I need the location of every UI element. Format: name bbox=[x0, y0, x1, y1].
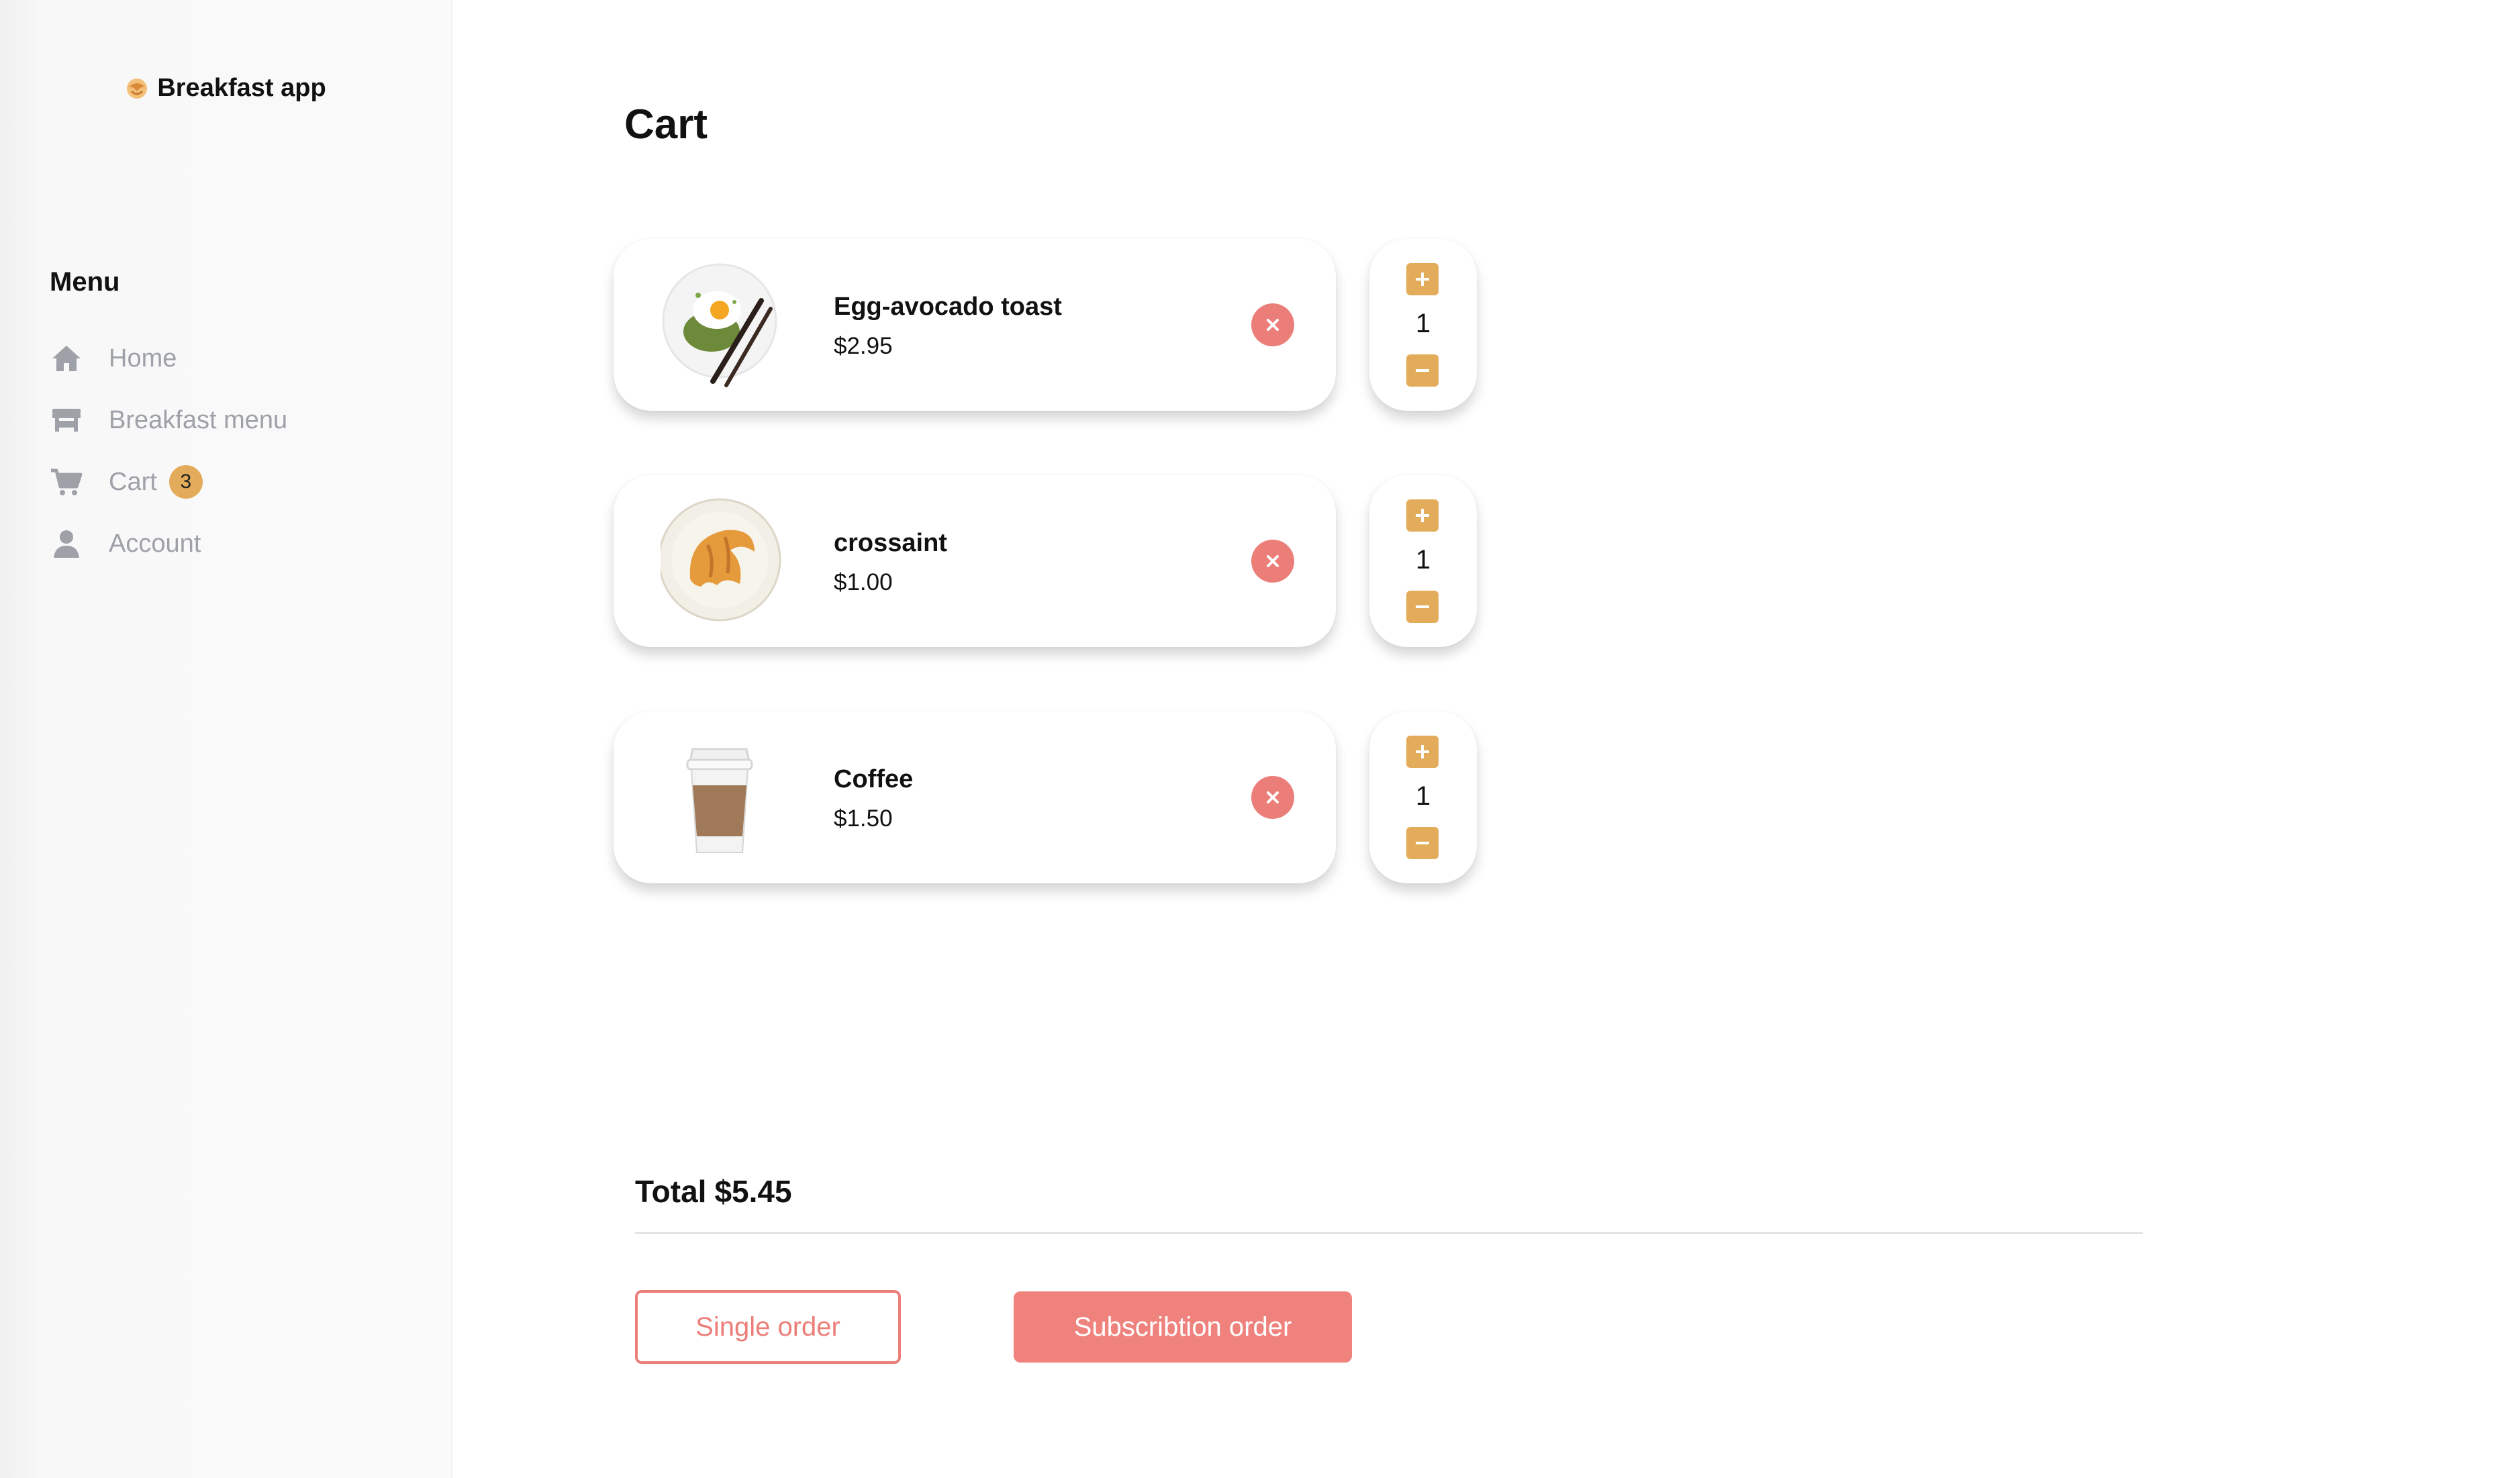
user-icon bbox=[54, 530, 79, 558]
home-icon bbox=[52, 346, 81, 371]
total-value: $5.45 bbox=[714, 1174, 792, 1209]
cart-item-card: Coffee $1.50 bbox=[614, 711, 1336, 883]
sidebar-item-cart[interactable]: Cart 3 bbox=[50, 451, 287, 513]
cart-item-row: crossaint $1.00 1 bbox=[614, 475, 1480, 647]
egg-avocado-toast-image bbox=[662, 263, 777, 387]
cart-item-price: $1.50 bbox=[834, 805, 893, 832]
sidebar-item-label: Home bbox=[109, 344, 177, 373]
plus-icon bbox=[1416, 273, 1429, 286]
quantity-stepper: 1 bbox=[1369, 711, 1477, 883]
cart-total: Total $5.45 bbox=[635, 1173, 792, 1210]
plus-icon bbox=[1416, 745, 1429, 758]
sidebar-item-label: Cart bbox=[109, 467, 157, 496]
cart-item-name: crossaint bbox=[834, 529, 947, 557]
remove-item-button[interactable] bbox=[1251, 303, 1294, 346]
cart-item-name: Coffee bbox=[834, 765, 914, 793]
total-label: Total bbox=[635, 1174, 707, 1209]
minus-icon bbox=[1416, 605, 1429, 608]
single-order-button[interactable]: Single order bbox=[635, 1290, 901, 1364]
subscription-order-button[interactable]: Subscribtion order bbox=[1014, 1291, 1352, 1363]
cart-item-row: Egg-avocado toast $2.95 1 bbox=[614, 239, 1480, 411]
sidebar: Breakfast app Menu Home Breakfast menu C… bbox=[0, 0, 452, 1478]
quantity-value: 1 bbox=[1415, 309, 1431, 338]
brand-logo[interactable]: Breakfast app bbox=[0, 74, 451, 103]
quantity-stepper: 1 bbox=[1369, 475, 1477, 647]
cart-item-card: Egg-avocado toast $2.95 bbox=[614, 239, 1336, 411]
remove-item-button[interactable] bbox=[1251, 540, 1294, 583]
sidebar-item-label: Account bbox=[109, 529, 201, 558]
app-title: Breakfast app bbox=[157, 74, 326, 102]
decrease-quantity-button[interactable] bbox=[1406, 591, 1439, 623]
cart-icon bbox=[51, 469, 83, 495]
sidebar-item-label: Breakfast menu bbox=[109, 405, 288, 434]
cart-item-card: crossaint $1.00 bbox=[614, 475, 1336, 647]
increase-quantity-button[interactable] bbox=[1406, 263, 1439, 295]
decrease-quantity-button[interactable] bbox=[1406, 354, 1439, 387]
menu-heading: Menu bbox=[50, 267, 120, 297]
sidebar-item-home[interactable]: Home bbox=[50, 328, 287, 389]
sidebar-item-breakfast-menu[interactable]: Breakfast menu bbox=[50, 389, 287, 451]
quantity-value: 1 bbox=[1415, 781, 1431, 811]
croissant-icon bbox=[127, 78, 148, 99]
quantity-stepper: 1 bbox=[1369, 239, 1477, 411]
minus-icon bbox=[1416, 842, 1429, 844]
coffee-cup-image bbox=[686, 748, 753, 853]
cart-item-row: Coffee $1.50 1 bbox=[614, 711, 1480, 883]
store-icon bbox=[52, 409, 81, 432]
quantity-value: 1 bbox=[1415, 545, 1431, 575]
increase-quantity-button[interactable] bbox=[1406, 736, 1439, 768]
page-title: Cart bbox=[624, 101, 708, 148]
cart-item-price: $2.95 bbox=[834, 333, 893, 359]
decrease-quantity-button[interactable] bbox=[1406, 827, 1439, 859]
plus-icon bbox=[1416, 509, 1429, 522]
close-icon bbox=[1267, 791, 1279, 803]
croissant-image bbox=[661, 498, 781, 622]
remove-item-button[interactable] bbox=[1251, 776, 1294, 819]
divider bbox=[635, 1232, 2143, 1234]
increase-quantity-button[interactable] bbox=[1406, 499, 1439, 532]
cart-item-name: Egg-avocado toast bbox=[834, 293, 1062, 321]
close-icon bbox=[1267, 555, 1279, 567]
minus-icon bbox=[1416, 369, 1429, 372]
sidebar-item-account[interactable]: Account bbox=[50, 513, 287, 575]
close-icon bbox=[1267, 319, 1279, 331]
cart-item-price: $1.00 bbox=[834, 569, 893, 595]
cart-count-badge: 3 bbox=[168, 465, 203, 499]
sidebar-nav: Home Breakfast menu Cart 3 Account bbox=[50, 328, 287, 575]
